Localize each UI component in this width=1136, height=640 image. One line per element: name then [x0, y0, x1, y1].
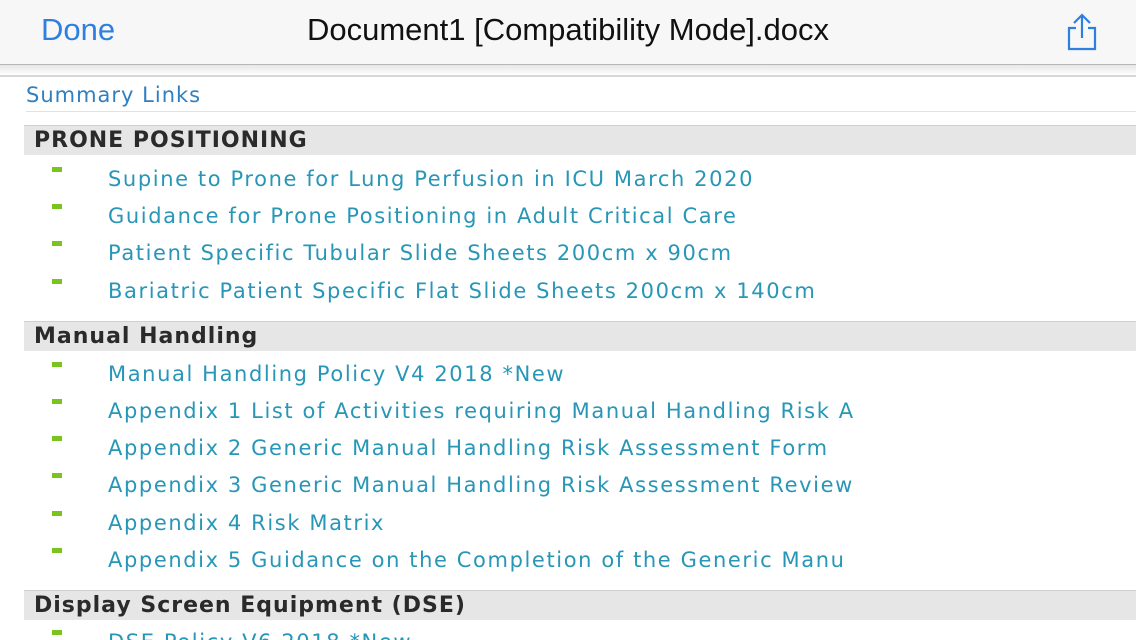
document-link[interactable]: Appendix 3 Generic Manual Handling Risk … [108, 473, 854, 497]
list-item: Appendix 3 Generic Manual Handling Risk … [0, 473, 1136, 509]
list-item: Manual Handling Policy V4 2018 *New [0, 362, 1136, 398]
document-link[interactable]: Bariatric Patient Specific Flat Slide Sh… [108, 279, 816, 303]
document-link[interactable]: Appendix 5 Guidance on the Completion of… [108, 548, 846, 572]
document-link[interactable]: Manual Handling Policy V4 2018 *New [108, 362, 565, 386]
document-link[interactable]: DSE Policy V6 2018 *New [108, 630, 412, 640]
list-item: Appendix 5 Guidance on the Completion of… [0, 548, 1136, 584]
list-item: Patient Specific Tubular Slide Sheets 20… [0, 241, 1136, 277]
navigation-bar: Done Document1 [Compatibility Mode].docx [0, 0, 1136, 65]
bullet-icon [52, 399, 62, 404]
document-link[interactable]: Appendix 4 Risk Matrix [108, 511, 385, 535]
bullet-icon [52, 511, 62, 516]
bullet-icon [52, 204, 62, 209]
bullet-icon [52, 167, 62, 172]
summary-links-link[interactable]: Summary Links [26, 83, 201, 107]
document-link[interactable]: Appendix 1 List of Activities requiring … [108, 399, 855, 423]
document-toolbar-strip [0, 65, 1136, 77]
list-item: DSE Policy V6 2018 *New [0, 630, 1136, 640]
bullet-icon [52, 473, 62, 478]
list-item: Bariatric Patient Specific Flat Slide Sh… [0, 279, 1136, 315]
document-link[interactable]: Appendix 2 Generic Manual Handling Risk … [108, 436, 829, 460]
bullet-icon [52, 279, 62, 284]
bullet-icon [52, 362, 62, 367]
section-header-manual-handling: Manual Handling [24, 321, 1136, 351]
section-header-display-screen-equipment: Display Screen Equipment (DSE) [24, 590, 1136, 620]
list-item: Guidance for Prone Positioning in Adult … [0, 204, 1136, 240]
section-header-prone-positioning: PRONE POSITIONING [24, 125, 1136, 155]
document-title: Document1 [Compatibility Mode].docx [306, 12, 830, 47]
list-item: Appendix 4 Risk Matrix [0, 511, 1136, 547]
document-body[interactable]: Summary Links PRONE POSITIONING Supine t… [0, 77, 1136, 640]
bullet-icon [52, 241, 62, 246]
list-item: Supine to Prone for Lung Perfusion in IC… [0, 167, 1136, 203]
share-icon[interactable] [1064, 12, 1100, 52]
bullet-icon [52, 548, 62, 553]
list-item: Appendix 2 Generic Manual Handling Risk … [0, 436, 1136, 472]
list-item: Appendix 1 List of Activities requiring … [0, 399, 1136, 435]
document-link[interactable]: Patient Specific Tubular Slide Sheets 20… [108, 241, 733, 265]
document-link[interactable]: Supine to Prone for Lung Perfusion in IC… [108, 167, 754, 191]
divider [26, 111, 1136, 112]
document-link[interactable]: Guidance for Prone Positioning in Adult … [108, 204, 738, 228]
bullet-icon [52, 630, 62, 635]
bullet-icon [52, 436, 62, 441]
